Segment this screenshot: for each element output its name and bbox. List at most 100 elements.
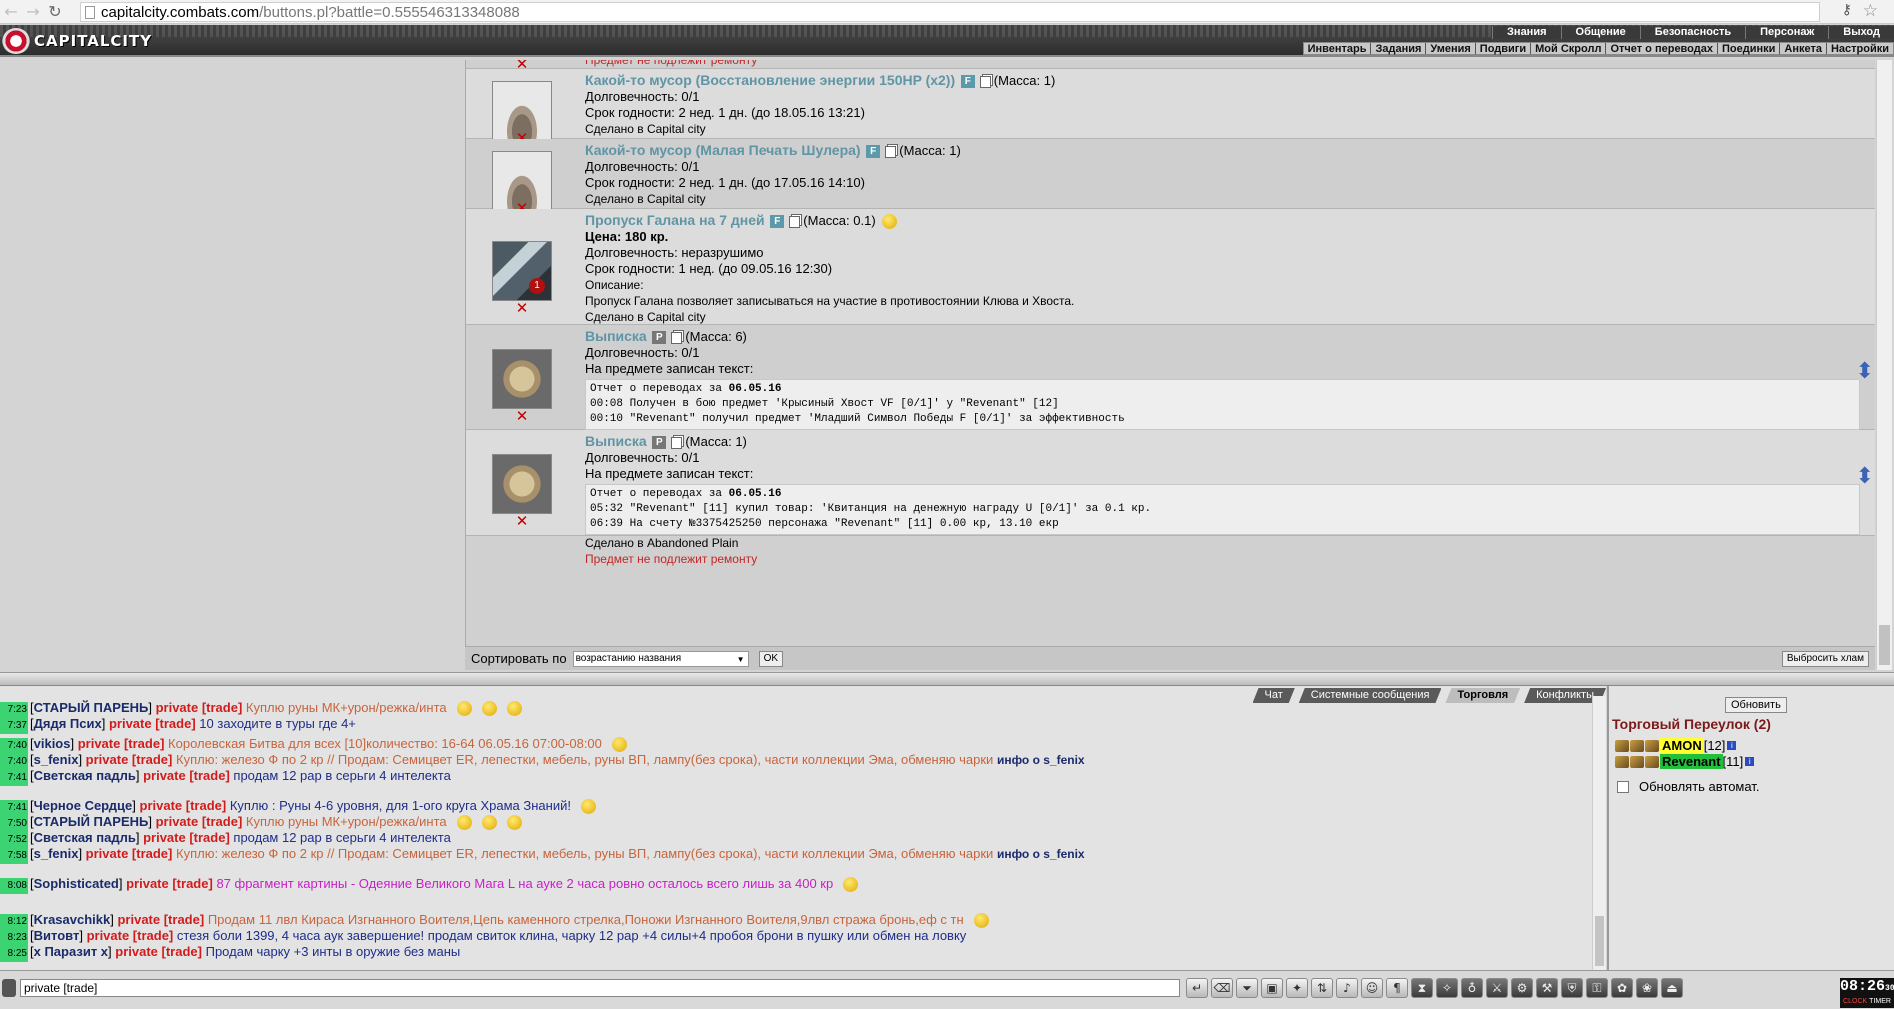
- pet-icon[interactable]: ❀: [1636, 978, 1658, 998]
- refresh-button[interactable]: Обновить: [1725, 697, 1787, 713]
- online-user[interactable]: Revenant [11] i: [1615, 754, 1755, 769]
- message-nick[interactable]: Krasavchikk: [34, 912, 111, 927]
- message-nick[interactable]: x Паразит x: [34, 944, 108, 959]
- chat-tab[interactable]: Торговля: [1445, 688, 1520, 703]
- inventory-scrollbar[interactable]: [1876, 60, 1892, 670]
- message-nick[interactable]: СТАРЫЙ ПАРЕНЬ: [34, 814, 149, 829]
- subnav-item[interactable]: Умения: [1425, 43, 1474, 55]
- copy-icon[interactable]: [671, 331, 683, 344]
- topnav-item[interactable]: Безопасность: [1639, 26, 1746, 39]
- sword-icon[interactable]: ⚔: [1486, 978, 1508, 998]
- message-channel[interactable]: private [trade]: [140, 798, 227, 813]
- user-info-icon[interactable]: i: [1727, 741, 1737, 750]
- message-channel[interactable]: private [trade]: [143, 830, 230, 845]
- message-nick[interactable]: vikios: [34, 736, 71, 751]
- message-nick[interactable]: Sophisticated: [34, 876, 119, 891]
- chat-tab[interactable]: Системные сообщения: [1299, 688, 1442, 703]
- dance-icon[interactable]: ✦: [1286, 978, 1308, 998]
- message-channel[interactable]: private [trade]: [126, 876, 213, 891]
- smiley-icon[interactable]: ☺: [1361, 978, 1383, 998]
- exit-icon[interactable]: ⏏: [1661, 978, 1683, 998]
- bookmark-star-icon[interactable]: ☆: [1863, 1, 1878, 21]
- user-name[interactable]: AMON: [1660, 738, 1704, 753]
- delete-item-icon[interactable]: ✕: [515, 409, 529, 424]
- message-channel[interactable]: private [trade]: [156, 814, 243, 829]
- delete-item-icon[interactable]: ✕: [515, 514, 529, 529]
- address-bar[interactable]: capitalcity.combats.com/buttons.pl?battl…: [80, 2, 1820, 22]
- chat-mode-icon[interactable]: [2, 979, 16, 997]
- message-channel[interactable]: private [trade]: [86, 846, 173, 861]
- hourglass-icon[interactable]: ⧗: [1411, 978, 1433, 998]
- topnav-item[interactable]: Знания: [1492, 26, 1561, 39]
- hammer-icon[interactable]: ⚒: [1536, 978, 1558, 998]
- delete-item-icon[interactable]: ✕: [515, 301, 529, 316]
- copy-icon[interactable]: [979, 75, 991, 88]
- chat-input[interactable]: private [trade]: [20, 979, 1180, 997]
- online-user[interactable]: AMON [12] i: [1615, 738, 1737, 753]
- user-info-link[interactable]: инфо о s_fenix: [997, 847, 1085, 861]
- panel-divider[interactable]: [0, 672, 1894, 686]
- user-info-link[interactable]: инфо о s_fenix: [997, 753, 1085, 767]
- subnav-item[interactable]: Подвиги: [1474, 43, 1530, 55]
- item-image[interactable]: [492, 454, 552, 514]
- auto-refresh-checkbox[interactable]: [1617, 780, 1629, 793]
- scrollbar-thumb[interactable]: [1879, 625, 1890, 665]
- gear-icon[interactable]: ⚙: [1511, 978, 1533, 998]
- user-info-icon[interactable]: i: [1745, 757, 1755, 766]
- message-channel[interactable]: private [trade]: [115, 944, 202, 959]
- message-channel[interactable]: private [trade]: [156, 700, 243, 715]
- item-name[interactable]: Какой-то мусор (Восстановление энергии 1…: [585, 72, 955, 88]
- game-logo[interactable]: CAPITALCITY: [2, 28, 152, 54]
- subnav-item[interactable]: Отчет о переводах: [1605, 43, 1717, 55]
- arrow-enter-icon[interactable]: ↵: [1186, 978, 1208, 998]
- topnav-item[interactable]: Общение: [1560, 26, 1640, 39]
- auto-refresh[interactable]: Обновлять автомат.: [1617, 779, 1759, 794]
- reload-icon[interactable]: ↻: [44, 2, 66, 21]
- discard-junk-button[interactable]: Выбросить хлам: [1781, 650, 1869, 667]
- filter-icon[interactable]: ⏷: [1236, 978, 1258, 998]
- item-image[interactable]: [492, 349, 552, 409]
- key-icon[interactable]: ⚷: [1842, 2, 1852, 18]
- sound-icon[interactable]: ♪: [1336, 978, 1358, 998]
- message-nick[interactable]: s_fenix: [34, 846, 79, 861]
- chat-scrollbar-thumb[interactable]: [1595, 916, 1604, 966]
- subnav-item[interactable]: Задания: [1370, 43, 1425, 55]
- item-name[interactable]: Выписка: [585, 328, 647, 344]
- item-image[interactable]: 1: [492, 241, 552, 301]
- subnav-item[interactable]: Настройки: [1825, 43, 1893, 55]
- subnav-item[interactable]: Мой Скролл: [1530, 43, 1605, 55]
- user-name[interactable]: Revenant: [1660, 754, 1723, 769]
- chat-scrollbar[interactable]: [1592, 696, 1606, 970]
- topnav-item[interactable]: Выход: [1828, 26, 1894, 39]
- sort-select[interactable]: возрастанию названия: [572, 650, 749, 667]
- item-name[interactable]: Какой-то мусор (Малая Печать Шулера): [585, 142, 861, 158]
- eraser-icon[interactable]: ⌫: [1211, 978, 1233, 998]
- forward-icon[interactable]: →: [22, 2, 44, 21]
- message-nick[interactable]: СТАРЫЙ ПАРЕНЬ: [34, 700, 149, 715]
- message-nick[interactable]: Витовт: [34, 928, 80, 943]
- message-channel[interactable]: private [trade]: [143, 768, 230, 783]
- subnav-item[interactable]: Поединки: [1716, 43, 1779, 55]
- copy-icon[interactable]: [789, 215, 801, 228]
- message-channel[interactable]: private [trade]: [86, 752, 173, 767]
- bottle-icon[interactable]: ♁: [1461, 978, 1483, 998]
- back-icon[interactable]: ←: [0, 2, 22, 21]
- spell-icon[interactable]: ✧: [1436, 978, 1458, 998]
- message-nick[interactable]: Светская падль: [34, 768, 136, 783]
- sort-ok-button[interactable]: OK: [758, 650, 784, 667]
- item-name[interactable]: Пропуск Галана на 7 дней: [585, 212, 765, 228]
- message-channel[interactable]: private [trade]: [117, 912, 204, 927]
- copy-icon[interactable]: [671, 436, 683, 449]
- lock-icon[interactable]: ⚿: [1586, 978, 1608, 998]
- message-channel[interactable]: private [trade]: [87, 928, 174, 943]
- message-nick[interactable]: Дядя Псих: [34, 716, 102, 731]
- message-channel[interactable]: private [trade]: [78, 736, 165, 751]
- message-nick[interactable]: Черное Сердце: [34, 798, 133, 813]
- message-channel[interactable]: private [trade]: [109, 716, 196, 731]
- flower-icon[interactable]: ✿: [1611, 978, 1633, 998]
- topnav-item[interactable]: Персонаж: [1745, 26, 1829, 39]
- item-name[interactable]: Выписка: [585, 433, 647, 449]
- sort-icon[interactable]: ⇅: [1311, 978, 1333, 998]
- translit-icon[interactable]: ¶: [1386, 978, 1408, 998]
- copy-icon[interactable]: [885, 145, 897, 158]
